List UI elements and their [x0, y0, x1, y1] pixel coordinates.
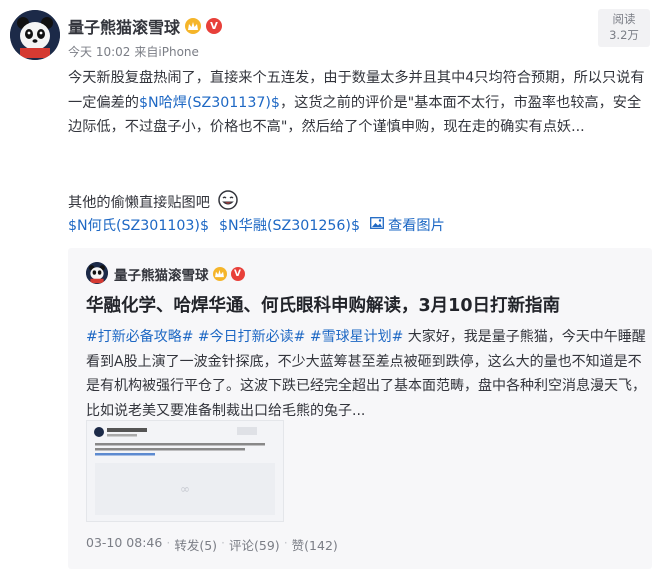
stock-link-nheshi[interactable]: $N何氏(SZ301103)$	[68, 215, 209, 235]
quoted-post-date: 03-10 08:46	[86, 535, 163, 550]
view-images-label: 查看图片	[388, 218, 445, 234]
author-avatar[interactable]	[10, 10, 60, 60]
separator-dot: ·	[166, 535, 171, 550]
views-counter: 阅读 3.2万	[598, 9, 650, 47]
post-meta: 今天 10:02 来自iPhone	[68, 43, 199, 60]
separator-dot: ·	[283, 535, 288, 550]
tag-link[interactable]: #今日打新必读#	[198, 329, 305, 345]
post-source: 来自iPhone	[134, 45, 199, 59]
quoted-author-row: 量子熊猫滚雪球 V	[114, 264, 245, 284]
quoted-author-name[interactable]: 量子熊猫滚雪球	[114, 264, 209, 284]
post-links-row: $N何氏(SZ301103)$ $N华融(SZ301256)$ 查看图片	[68, 215, 445, 235]
crown-badge-icon	[185, 18, 202, 34]
smile-emoji-icon	[218, 190, 238, 214]
post-body: 今天新股复盘热闹了，直接来个五连发，由于数量太多并且其中4只均符合预期，所以只说…	[68, 66, 653, 140]
quoted-post-footer: 03-10 08:46 · 转发(5) · 评论(59) · 赞(142)	[86, 535, 338, 554]
quoted-post-card[interactable]: 量子熊猫滚雪球 V 华融化学、哈焊华通、何氏眼科申购解读，3月10日打新指南 #…	[68, 248, 652, 569]
comment-count[interactable]: 评论(59)	[229, 535, 280, 554]
panda-avatar-icon	[10, 10, 60, 60]
stock-link-nhahan[interactable]: $N哈焊(SZ301137)$	[139, 95, 280, 111]
author-row: 量子熊猫滚雪球 V	[68, 14, 223, 38]
author-name[interactable]: 量子熊猫滚雪球	[68, 14, 180, 38]
quoted-post-thumbnail[interactable]: ∞	[86, 420, 284, 522]
view-images-link[interactable]: 查看图片	[370, 215, 445, 235]
quoted-post-body: #打新必备攻略# #今日打新必读# #雪球星计划# 大家好，我是量子熊猫，今天中…	[86, 325, 646, 423]
quoted-author-avatar[interactable]	[86, 262, 108, 284]
verified-badge-icon: V	[206, 18, 223, 34]
views-label: 阅读	[612, 12, 636, 26]
verified-badge-icon: V	[230, 267, 245, 281]
post-time[interactable]: 今天 10:02	[68, 43, 130, 60]
tag-link[interactable]: #雪球星计划#	[310, 329, 403, 345]
tag-link[interactable]: #打新必备攻略#	[86, 329, 193, 345]
post-body-line2: 其他的偷懒直接贴图吧	[68, 190, 238, 214]
image-icon	[370, 217, 384, 233]
views-count: 3.2万	[609, 28, 639, 42]
crown-badge-icon	[212, 267, 227, 281]
repost-count[interactable]: 转发(5)	[174, 535, 217, 554]
post-screenshot-thumbnail-icon: ∞	[87, 421, 283, 521]
like-count[interactable]: 赞(142)	[292, 535, 338, 554]
svg-text:∞: ∞	[180, 482, 190, 496]
panda-avatar-small-icon	[86, 262, 108, 284]
quoted-post-title[interactable]: 华融化学、哈焊华通、何氏眼科申购解读，3月10日打新指南	[86, 292, 560, 317]
post-body-text-3: 其他的偷懒直接贴图吧	[68, 195, 210, 211]
separator-dot: ·	[221, 535, 226, 550]
stock-link-nhuarong[interactable]: $N华融(SZ301256)$	[219, 215, 360, 235]
